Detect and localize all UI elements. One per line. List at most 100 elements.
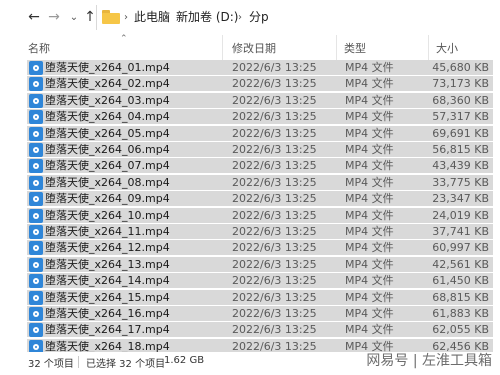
file-modified-date: 2022/6/3 13:25 bbox=[232, 241, 317, 255]
file-modified-date: 2022/6/3 13:25 bbox=[232, 323, 317, 337]
file-size: 56,815 KB bbox=[432, 143, 489, 156]
back-arrow-icon[interactable]: ← bbox=[25, 8, 43, 26]
file-row[interactable]: 堕落天使_x264_05.mp4 2022/6/3 13:25 MP4 文件 69,6… bbox=[27, 125, 493, 141]
file-modified-date: 2022/6/3 13:25 bbox=[232, 110, 317, 124]
file-size: 33,775 KB bbox=[432, 175, 489, 189]
video-file-icon bbox=[29, 290, 43, 305]
file-size: 68,815 KB bbox=[432, 290, 489, 304]
video-file-icon bbox=[29, 126, 43, 141]
breadcrumb-folder-fenp[interactable]: 分p bbox=[249, 8, 269, 26]
file-modified-date: 2022/6/3 13:25 bbox=[232, 208, 317, 222]
file-modified-date: 2022/6/3 13:25 bbox=[232, 159, 317, 173]
breadcrumb-chevron-icon[interactable]: › bbox=[124, 9, 128, 27]
file-list: 堕落天使_x264_01.mp4 2022/6/3 13:25 MP4 文件 45,6… bbox=[0, 60, 500, 352]
column-header: ⌃ 名称 修改日期 类型 大小 bbox=[0, 34, 500, 60]
file-row[interactable]: 堕落天使_x264_11.mp4 2022/6/3 13:25 MP4 文件 37,7… bbox=[27, 224, 493, 239]
file-row[interactable]: 堕落天使_x264_02.mp4 2022/6/3 13:25 MP4 文件 73,1… bbox=[27, 76, 493, 92]
file-name: 堕落天使_x264_18.mp4 bbox=[45, 339, 170, 352]
selection-count: 已选择 32 个项目 bbox=[86, 359, 166, 370]
file-name: 堕落天使_x264_02.mp4 bbox=[45, 77, 170, 91]
file-row[interactable]: 堕落天使_x264_10.mp4 2022/6/3 13:25 MP4 文件 24,0… bbox=[27, 207, 493, 223]
file-modified-date: 2022/6/3 13:25 bbox=[232, 339, 317, 352]
file-size: 45,680 KB bbox=[432, 61, 489, 74]
file-name: 堕落天使_x264_07.mp4 bbox=[45, 159, 170, 173]
file-row[interactable]: 堕落天使_x264_16.mp4 2022/6/3 13:25 MP4 文件 61,8… bbox=[27, 306, 493, 321]
file-modified-date: 2022/6/3 13:25 bbox=[232, 77, 317, 91]
file-size: 69,691 KB bbox=[432, 126, 489, 140]
selection-size: 1.62 GB bbox=[164, 355, 205, 366]
video-file-icon bbox=[29, 257, 43, 272]
file-modified-date: 2022/6/3 13:25 bbox=[232, 307, 317, 320]
file-type: MP4 文件 bbox=[345, 241, 394, 255]
breadcrumb-chevron-icon[interactable]: › bbox=[165, 9, 169, 27]
file-type: MP4 文件 bbox=[345, 93, 394, 107]
file-row[interactable]: 堕落天使_x264_17.mp4 2022/6/3 13:25 MP4 文件 62,0… bbox=[27, 322, 493, 338]
file-type: MP4 文件 bbox=[345, 61, 394, 74]
video-file-icon bbox=[29, 323, 43, 338]
breadcrumb-chevron-icon[interactable]: › bbox=[238, 9, 242, 27]
file-size: 43,439 KB bbox=[432, 159, 489, 173]
video-file-icon bbox=[29, 208, 43, 223]
file-type: MP4 文件 bbox=[345, 159, 394, 173]
file-size: 42,561 KB bbox=[432, 257, 489, 271]
file-type: MP4 文件 bbox=[345, 274, 394, 288]
file-type: MP4 文件 bbox=[345, 143, 394, 156]
file-name: 堕落天使_x264_17.mp4 bbox=[45, 323, 170, 337]
file-row[interactable]: 堕落天使_x264_09.mp4 2022/6/3 13:25 MP4 文件 23,3… bbox=[27, 191, 493, 207]
file-type: MP4 文件 bbox=[345, 192, 394, 206]
video-file-icon bbox=[29, 159, 43, 174]
address-divider bbox=[96, 5, 97, 30]
file-row[interactable]: 堕落天使_x264_07.mp4 2022/6/3 13:25 MP4 文件 43,4… bbox=[27, 158, 493, 174]
file-type: MP4 文件 bbox=[345, 257, 394, 271]
breadcrumb-volume-d[interactable]: 新加卷 (D:) bbox=[176, 8, 238, 26]
file-modified-date: 2022/6/3 13:25 bbox=[232, 257, 317, 271]
file-type: MP4 文件 bbox=[345, 225, 394, 238]
file-modified-date: 2022/6/3 13:25 bbox=[232, 225, 317, 238]
file-row[interactable]: 堕落天使_x264_01.mp4 2022/6/3 13:25 MP4 文件 45,6… bbox=[27, 60, 493, 75]
file-modified-date: 2022/6/3 13:25 bbox=[232, 143, 317, 156]
status-divider bbox=[78, 356, 79, 368]
file-row[interactable]: 堕落天使_x264_15.mp4 2022/6/3 13:25 MP4 文件 68,8… bbox=[27, 289, 493, 305]
column-divider[interactable] bbox=[336, 35, 337, 60]
video-file-icon bbox=[29, 339, 43, 352]
file-name: 堕落天使_x264_11.mp4 bbox=[45, 225, 170, 238]
file-size: 68,360 KB bbox=[432, 93, 489, 107]
file-row[interactable]: 堕落天使_x264_08.mp4 2022/6/3 13:25 MP4 文件 33,7… bbox=[27, 174, 493, 190]
column-name[interactable]: 名称 bbox=[28, 40, 50, 56]
file-name: 堕落天使_x264_06.mp4 bbox=[45, 143, 170, 156]
file-name: 堕落天使_x264_15.mp4 bbox=[45, 290, 170, 304]
file-row[interactable]: 堕落天使_x264_13.mp4 2022/6/3 13:25 MP4 文件 42,5… bbox=[27, 256, 493, 272]
folder-icon bbox=[102, 10, 120, 24]
file-row[interactable]: 堕落天使_x264_04.mp4 2022/6/3 13:25 MP4 文件 57,3… bbox=[27, 109, 493, 125]
file-size: 57,317 KB bbox=[432, 110, 489, 124]
file-modified-date: 2022/6/3 13:25 bbox=[232, 126, 317, 140]
video-file-icon bbox=[29, 110, 43, 125]
column-size[interactable]: 大小 bbox=[436, 40, 458, 56]
column-type[interactable]: 类型 bbox=[344, 40, 366, 56]
column-divider[interactable] bbox=[428, 35, 429, 60]
column-divider[interactable] bbox=[222, 35, 223, 60]
file-modified-date: 2022/6/3 13:25 bbox=[232, 290, 317, 304]
file-type: MP4 文件 bbox=[345, 323, 394, 337]
file-size: 62,055 KB bbox=[432, 323, 489, 337]
video-file-icon bbox=[29, 241, 43, 256]
column-modified-date[interactable]: 修改日期 bbox=[232, 40, 276, 56]
file-type: MP4 文件 bbox=[345, 77, 394, 91]
file-row[interactable]: 堕落天使_x264_14.mp4 2022/6/3 13:25 MP4 文件 61,4… bbox=[27, 273, 493, 289]
file-size: 24,019 KB bbox=[432, 208, 489, 222]
file-type: MP4 文件 bbox=[345, 110, 394, 124]
file-name: 堕落天使_x264_04.mp4 bbox=[45, 110, 170, 124]
video-file-icon bbox=[29, 307, 43, 321]
file-row[interactable]: 堕落天使_x264_06.mp4 2022/6/3 13:25 MP4 文件 56,8… bbox=[27, 142, 493, 157]
video-file-icon bbox=[29, 225, 43, 239]
file-row[interactable]: 堕落天使_x264_12.mp4 2022/6/3 13:25 MP4 文件 60,9… bbox=[27, 240, 493, 256]
file-size: 61,450 KB bbox=[432, 274, 489, 288]
file-name: 堕落天使_x264_14.mp4 bbox=[45, 274, 170, 288]
video-file-icon bbox=[29, 143, 43, 157]
file-name: 堕落天使_x264_05.mp4 bbox=[45, 126, 170, 140]
file-row[interactable]: 堕落天使_x264_03.mp4 2022/6/3 13:25 MP4 文件 68,3… bbox=[27, 92, 493, 108]
file-modified-date: 2022/6/3 13:25 bbox=[232, 274, 317, 288]
file-size: 73,173 KB bbox=[432, 77, 489, 91]
file-size: 60,997 KB bbox=[432, 241, 489, 255]
forward-arrow-icon[interactable]: → bbox=[45, 8, 63, 26]
